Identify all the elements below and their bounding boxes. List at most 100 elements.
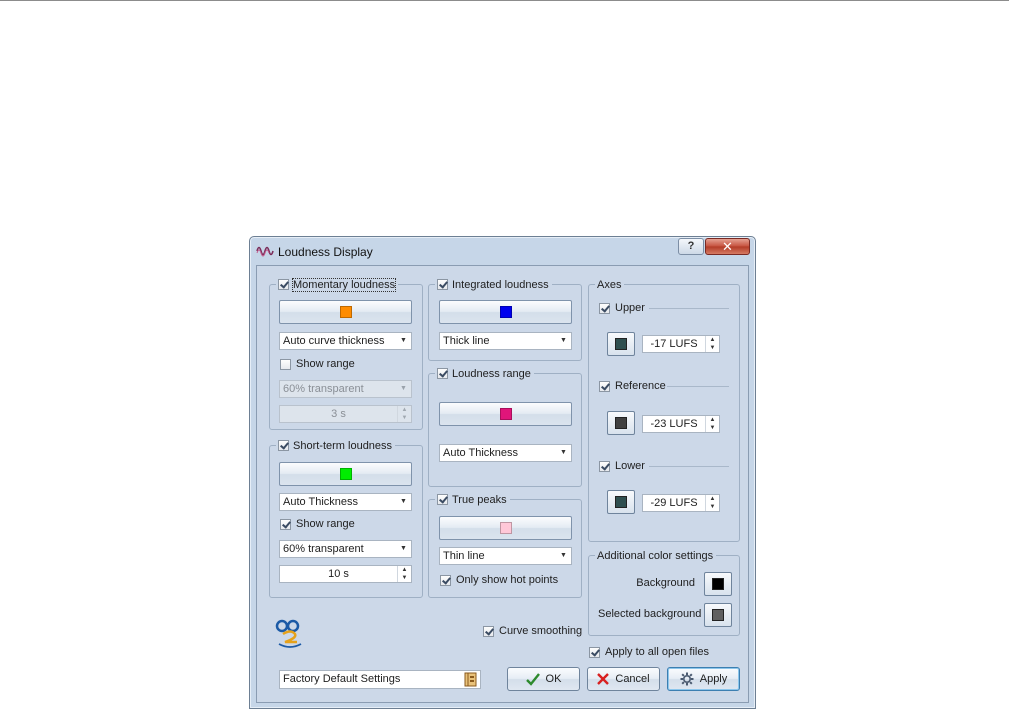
selected-background-color-button[interactable] (704, 603, 732, 627)
upper-axis-divider (649, 308, 729, 309)
title-bar[interactable]: Loudness Display ? ✕ (250, 237, 755, 264)
chevron-down-icon: ▼ (400, 498, 407, 505)
lower-axis-toggle[interactable]: Lower (599, 460, 645, 472)
hot-points-toggle[interactable]: Only show hot points (440, 574, 558, 586)
axes-label: Axes (597, 278, 622, 291)
momentary-show-range-label: Show range (296, 358, 355, 370)
preset-select[interactable]: Factory Default Settings (279, 670, 481, 689)
help-button[interactable]: ? (678, 238, 704, 255)
spin-arrows-icon[interactable]: ▲ ▼ (397, 406, 411, 422)
integrated-color-button[interactable] (439, 300, 572, 324)
hot-points-checkbox[interactable] (440, 574, 451, 586)
true-peaks-toggle[interactable]: True peaks (435, 492, 510, 507)
integrated-loudness-group: Integrated loudness Thick line ▼ (428, 277, 582, 361)
shortterm-show-range-toggle[interactable]: Show range (280, 518, 355, 530)
momentary-loudness-checkbox[interactable] (278, 279, 289, 290)
lower-axis-label: Lower (615, 460, 645, 472)
curve-smoothing-toggle[interactable]: Curve smoothing (483, 625, 582, 637)
additional-color-group: Additional color settings Background Sel… (588, 548, 740, 636)
range-thickness-value: Auto Thickness (443, 447, 519, 459)
gear-icon (680, 672, 694, 686)
spin-arrows-icon[interactable]: ▲ ▼ (397, 566, 411, 582)
reference-axis-label: Reference (615, 380, 666, 392)
loudness-range-toggle[interactable]: Loudness range (435, 366, 534, 381)
upper-axis-value-spinner[interactable]: -17 LUFS ▲ ▼ (642, 335, 720, 353)
integrated-loudness-toggle[interactable]: Integrated loudness (435, 277, 552, 292)
reference-axis-color-button[interactable] (607, 411, 635, 435)
apply-button[interactable]: Apply (667, 667, 740, 691)
reference-axis-checkbox[interactable] (599, 380, 610, 392)
loudness-display-dialog: Loudness Display ? ✕ Momentary loudness … (249, 236, 756, 709)
lower-axis-color-button[interactable] (607, 490, 635, 514)
background-color-swatch (712, 578, 724, 590)
window-title: Loudness Display (278, 245, 373, 259)
preset-value: Factory Default Settings (283, 673, 401, 685)
upper-axis-value: -17 LUFS (650, 338, 698, 350)
shortterm-duration-spinner[interactable]: 10 s ▲ ▼ (279, 565, 412, 583)
integrated-loudness-checkbox[interactable] (437, 279, 448, 290)
lower-axis-checkbox[interactable] (599, 460, 610, 472)
upper-axis-toggle[interactable]: Upper (599, 302, 645, 314)
shortterm-color-button[interactable] (279, 462, 412, 486)
reference-axis-divider (667, 386, 729, 387)
lower-axis-value-spinner[interactable]: -29 LUFS ▲ ▼ (642, 494, 720, 512)
momentary-loudness-toggle[interactable]: Momentary loudness (276, 277, 399, 292)
spin-arrows-icon[interactable]: ▲ ▼ (705, 495, 719, 511)
curve-smoothing-checkbox[interactable] (483, 625, 494, 637)
top-separator-line (0, 0, 1009, 1)
ok-label: OK (545, 673, 562, 685)
app-logo-icon (275, 619, 302, 648)
shortterm-transparency-select[interactable]: 60% transparent ▼ (279, 540, 412, 558)
chevron-down-icon: ▼ (560, 552, 567, 559)
preset-book-icon[interactable] (463, 672, 478, 687)
lower-axis-color-swatch (615, 496, 627, 508)
background-color-button[interactable] (704, 572, 732, 596)
shortterm-loudness-group: Short-term loudness Auto Thickness ▼ Sho… (269, 438, 423, 598)
shortterm-thickness-select[interactable]: Auto Thickness ▼ (279, 493, 412, 511)
ok-button[interactable]: OK (507, 667, 580, 691)
additional-color-label: Additional color settings (597, 549, 714, 562)
momentary-show-range-toggle[interactable]: Show range (280, 358, 355, 370)
momentary-show-range-checkbox[interactable] (280, 358, 291, 370)
reference-axis-color-swatch (615, 417, 627, 429)
apply-all-checkbox[interactable] (589, 646, 600, 658)
range-thickness-select[interactable]: Auto Thickness ▼ (439, 444, 572, 462)
shortterm-show-range-checkbox[interactable] (280, 518, 291, 530)
momentary-color-button[interactable] (279, 300, 412, 324)
cancel-button[interactable]: Cancel (587, 667, 660, 691)
apply-label: Apply (699, 673, 728, 685)
upper-axis-color-button[interactable] (607, 332, 635, 356)
range-color-button[interactable] (439, 402, 572, 426)
truepeaks-thickness-select[interactable]: Thin line ▼ (439, 547, 572, 565)
range-color-swatch (499, 408, 512, 420)
truepeaks-color-button[interactable] (439, 516, 572, 540)
momentary-duration-spinner[interactable]: 3 s ▲ ▼ (279, 405, 412, 423)
reference-axis-toggle[interactable]: Reference (599, 380, 666, 392)
shortterm-loudness-checkbox[interactable] (278, 440, 289, 451)
true-peaks-checkbox[interactable] (437, 494, 448, 505)
shortterm-show-range-label: Show range (296, 518, 355, 530)
shortterm-loudness-toggle[interactable]: Short-term loudness (276, 438, 396, 453)
dialog-client-area: Momentary loudness Auto curve thickness … (256, 265, 749, 703)
reference-axis-value: -23 LUFS (650, 418, 698, 430)
shortterm-transparency-value: 60% transparent (283, 543, 364, 555)
shortterm-loudness-label: Short-term loudness (293, 439, 393, 452)
apply-all-toggle[interactable]: Apply to all open files (589, 646, 709, 658)
momentary-thickness-select[interactable]: Auto curve thickness ▼ (279, 332, 412, 350)
loudness-range-checkbox[interactable] (437, 368, 448, 379)
integrated-thickness-select[interactable]: Thick line ▼ (439, 332, 572, 350)
true-peaks-group: True peaks Thin line ▼ Only show hot poi… (428, 492, 582, 598)
apply-all-label: Apply to all open files (605, 646, 709, 658)
hot-points-label: Only show hot points (456, 574, 559, 586)
spin-arrows-icon[interactable]: ▲ ▼ (705, 336, 719, 352)
upper-axis-checkbox[interactable] (599, 302, 610, 314)
integrated-thickness-value: Thick line (443, 335, 490, 347)
close-button[interactable]: ✕ (705, 238, 750, 255)
chevron-down-icon: ▼ (400, 385, 407, 392)
spin-arrows-icon[interactable]: ▲ ▼ (705, 416, 719, 432)
true-peaks-label: True peaks (452, 493, 507, 506)
selected-background-swatch (712, 609, 724, 621)
momentary-color-swatch (339, 306, 352, 318)
reference-axis-value-spinner[interactable]: -23 LUFS ▲ ▼ (642, 415, 720, 433)
momentary-transparency-select[interactable]: 60% transparent ▼ (279, 380, 412, 398)
